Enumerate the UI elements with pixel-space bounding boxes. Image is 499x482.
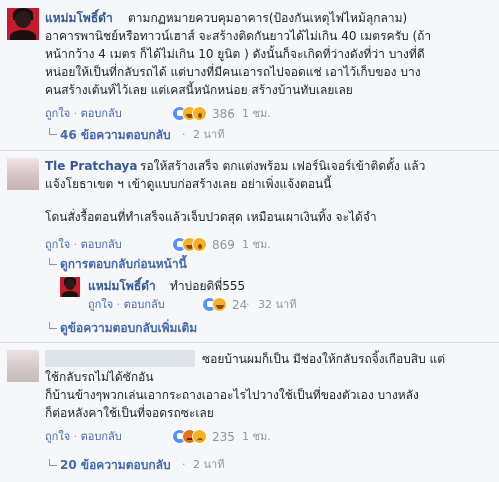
reply-author[interactable]: แหม่มโพธิ์ดำ [88,278,156,294]
comment-author[interactable]: Tle Pratchaya [45,158,137,174]
redacted-author-name [45,350,195,367]
comment-text-line: ตามกฏหมายควบคุมอาคาร(ป้องกันเหตุไฟไหม้ลุ… [128,11,408,25]
reply-arrow-icon [48,459,58,469]
comment-text-line: หน่อยให้เป็นที่กลับรถได้ แต่บางที่มีคนเอ… [45,65,421,79]
view-replies-link[interactable]: 46 ข้อความตอบกลับ [60,127,171,143]
comment-text-line: ซอยบ้านผมก็เป็น มีช่องให้กลับรถจิ้งเกือบ… [202,352,446,366]
reaction-count: 24 [232,298,248,312]
reply-link[interactable]: ตอบกลับ [81,107,122,120]
reaction-summary[interactable]: 869 [172,237,252,253]
comment-time[interactable]: 1 ชม. [242,238,271,252]
meta-separator: · [182,128,186,141]
meta-separator: · [230,238,234,251]
comment-actions: ถูกใจ · ตอบกลับ [45,107,122,120]
comment-actions: ถูกใจ · ตอบกลับ [45,238,122,251]
reply-actions: ถูกใจ · ตอบกลับ [88,298,165,311]
comment-text-line: คนสร้างเต้นท์ไว้เลย แต่เคสนี้หนักหน่อย ส… [45,83,353,97]
like-link[interactable]: ถูกใจ [45,107,70,120]
wow-icon [192,106,207,121]
comment-text-line: โดนสั่งรื้อตอนที่ทำเสร็จแล้วเจ็บปวดสุด เ… [45,210,377,224]
like-link[interactable]: ถูกใจ [88,298,113,311]
like-link[interactable]: ถูกใจ [45,238,70,251]
comment-text-line: รอให้สร้างเสร็จ ตกแต่งพร้อม เฟอร์นิเจอร์… [140,159,426,173]
avatar[interactable] [60,277,80,297]
comment-time[interactable]: 1 ชม. [242,107,271,121]
reaction-summary[interactable]: 235 [172,429,252,445]
meta-separator: · [182,458,186,471]
meta-separator: · [230,107,234,120]
comment-text-line: หน้ากว้าง 4 เมตร ก็ได้ไม่เกิน 10 ยูนิต )… [45,47,425,61]
comment-author[interactable]: แหม่มโพธิ์ดำ [45,10,113,26]
haha-icon [212,297,227,312]
comment-actions: ถูกใจ · ตอบกลับ [45,430,122,443]
reply-link[interactable]: ตอบกลับ [124,298,165,311]
reply-arrow-icon [48,258,58,268]
reaction-summary[interactable]: 386 [172,106,252,122]
comment-divider [0,342,499,343]
comment-text-line: แจ้งโยธาเขต ฯ เข้าดูแบบก่อสร้างเลย อย่าเ… [45,177,332,191]
like-link[interactable]: ถูกใจ [45,430,70,443]
comment-text-line: อาคารพานิชย์หรือทาวน์เฮาส์ จะสร้างติดกัน… [45,29,432,43]
reply-link[interactable]: ตอบกลับ [81,238,122,251]
sad-icon [192,429,207,444]
comment-divider [0,150,499,151]
comment-time[interactable]: 1 ชม. [242,430,271,444]
comment-text-line: ใช้กลับรถไม่ได้ซักอัน [45,370,154,384]
comment-text-line: ก็บ้านข้างๆพวกเล่นเอากระถางเอาอะไรไปวางใ… [45,388,419,402]
reaction-summary[interactable]: 24 [202,297,252,313]
reply-arrow-icon [48,322,58,332]
reply-link[interactable]: ตอบกลับ [81,430,122,443]
reply-arrow-icon [48,128,58,138]
replies-time: 2 นาที [193,128,225,141]
avatar[interactable] [7,8,39,40]
wow-icon [192,237,207,252]
reply-time[interactable]: 32 นาที [258,298,296,312]
avatar[interactable] [7,158,39,190]
view-previous-replies-link[interactable]: ดูการตอบกลับก่อนหน้านี้ [60,256,187,272]
meta-separator: · [230,430,234,443]
meta-separator: · [246,298,250,311]
avatar[interactable] [7,350,39,382]
reply-text: ทำบ่อยดิพี่555 [170,279,246,293]
view-replies-link[interactable]: 20 ข้อความตอบกลับ [60,457,171,473]
comment-text-line: ก็ต่อหลังคาใช้เป็นที่จอดรถซะเลย [45,406,214,420]
view-more-replies-link[interactable]: ดูข้อความตอบกลับเพิ่มเติม [60,320,197,336]
replies-time: 2 นาที [193,458,225,471]
